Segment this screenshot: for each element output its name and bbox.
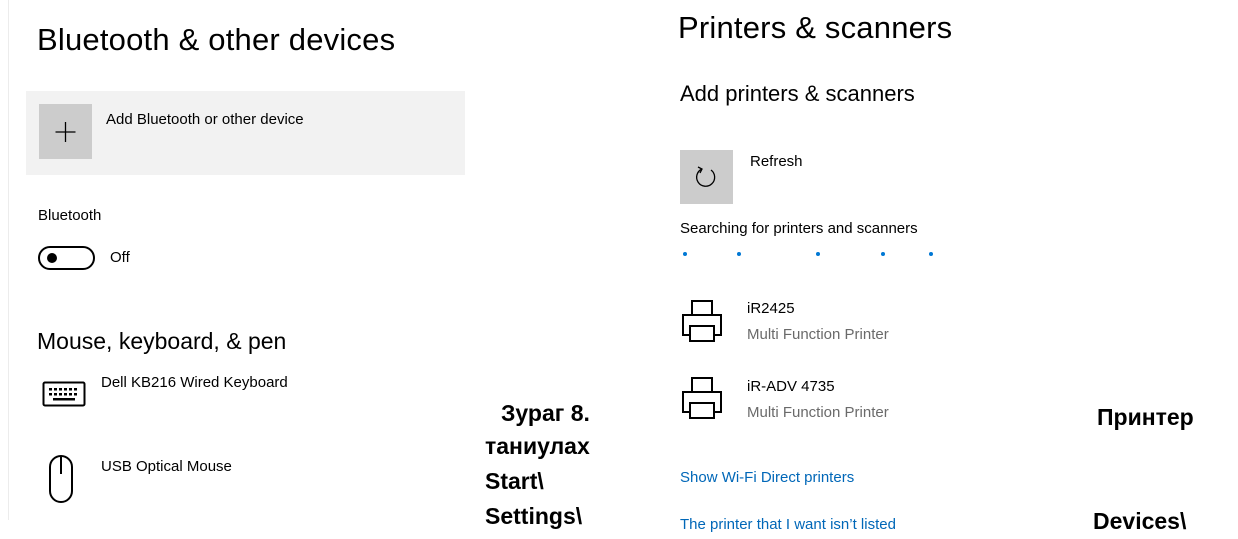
caption-line: Принтер <box>1097 404 1194 430</box>
bluetooth-toggle-state: Off <box>110 249 130 266</box>
printer-icon <box>682 300 722 342</box>
refresh-tile[interactable] <box>680 150 733 204</box>
caption-line: Devices\ <box>1093 508 1187 534</box>
mouse-icon <box>49 455 73 503</box>
keyboard-icon <box>42 381 86 407</box>
bluetooth-label: Bluetooth <box>38 207 102 224</box>
printer-type: Multi Function Printer <box>747 404 889 421</box>
add-device-button[interactable]: Add Bluetooth or other device <box>26 91 465 175</box>
caption-line: Start\ <box>485 468 544 494</box>
searching-status: Searching for printers and scanners <box>680 220 918 237</box>
caption-line: Зураг 8. <box>501 400 590 426</box>
printer-icon <box>682 377 722 419</box>
caption-line: Settings\ <box>485 503 583 529</box>
add-printers-heading: Add printers & scanners <box>680 81 915 106</box>
caption-line: таниулах <box>485 433 590 459</box>
printer-type: Multi Function Printer <box>747 326 889 343</box>
plus-icon <box>55 122 76 142</box>
printer-name: iR2425 <box>747 300 795 317</box>
printer-not-listed-link[interactable]: The printer that I want isn’t listed <box>680 516 896 533</box>
mouse-keyboard-pen-heading: Mouse, keyboard, & pen <box>37 328 287 354</box>
refresh-label: Refresh <box>750 153 803 170</box>
show-wifi-direct-link[interactable]: Show Wi-Fi Direct printers <box>680 469 854 486</box>
bluetooth-toggle[interactable] <box>38 246 95 270</box>
bluetooth-page-title: Bluetooth & other devices <box>37 22 396 57</box>
toggle-knob <box>47 253 57 263</box>
progress-dots <box>680 250 980 260</box>
refresh-icon <box>696 166 716 187</box>
printer-list-item[interactable]: iR-ADV 4735 Multi Function Printer <box>680 372 1100 427</box>
device-name: USB Optical Mouse <box>101 458 232 475</box>
refresh-button[interactable]: Refresh <box>680 150 1100 205</box>
device-list-item-mouse[interactable]: USB Optical Mouse <box>38 452 458 507</box>
device-list-item-keyboard[interactable]: Dell KB216 Wired Keyboard <box>38 370 458 420</box>
add-device-label: Add Bluetooth or other device <box>106 111 304 128</box>
left-panel-border <box>8 0 9 520</box>
printer-name: iR-ADV 4735 <box>747 378 835 395</box>
add-tile[interactable] <box>39 104 92 159</box>
printers-page-title: Printers & scanners <box>678 10 953 45</box>
device-name: Dell KB216 Wired Keyboard <box>101 374 288 391</box>
printer-list-item[interactable]: iR2425 Multi Function Printer <box>680 295 1100 350</box>
